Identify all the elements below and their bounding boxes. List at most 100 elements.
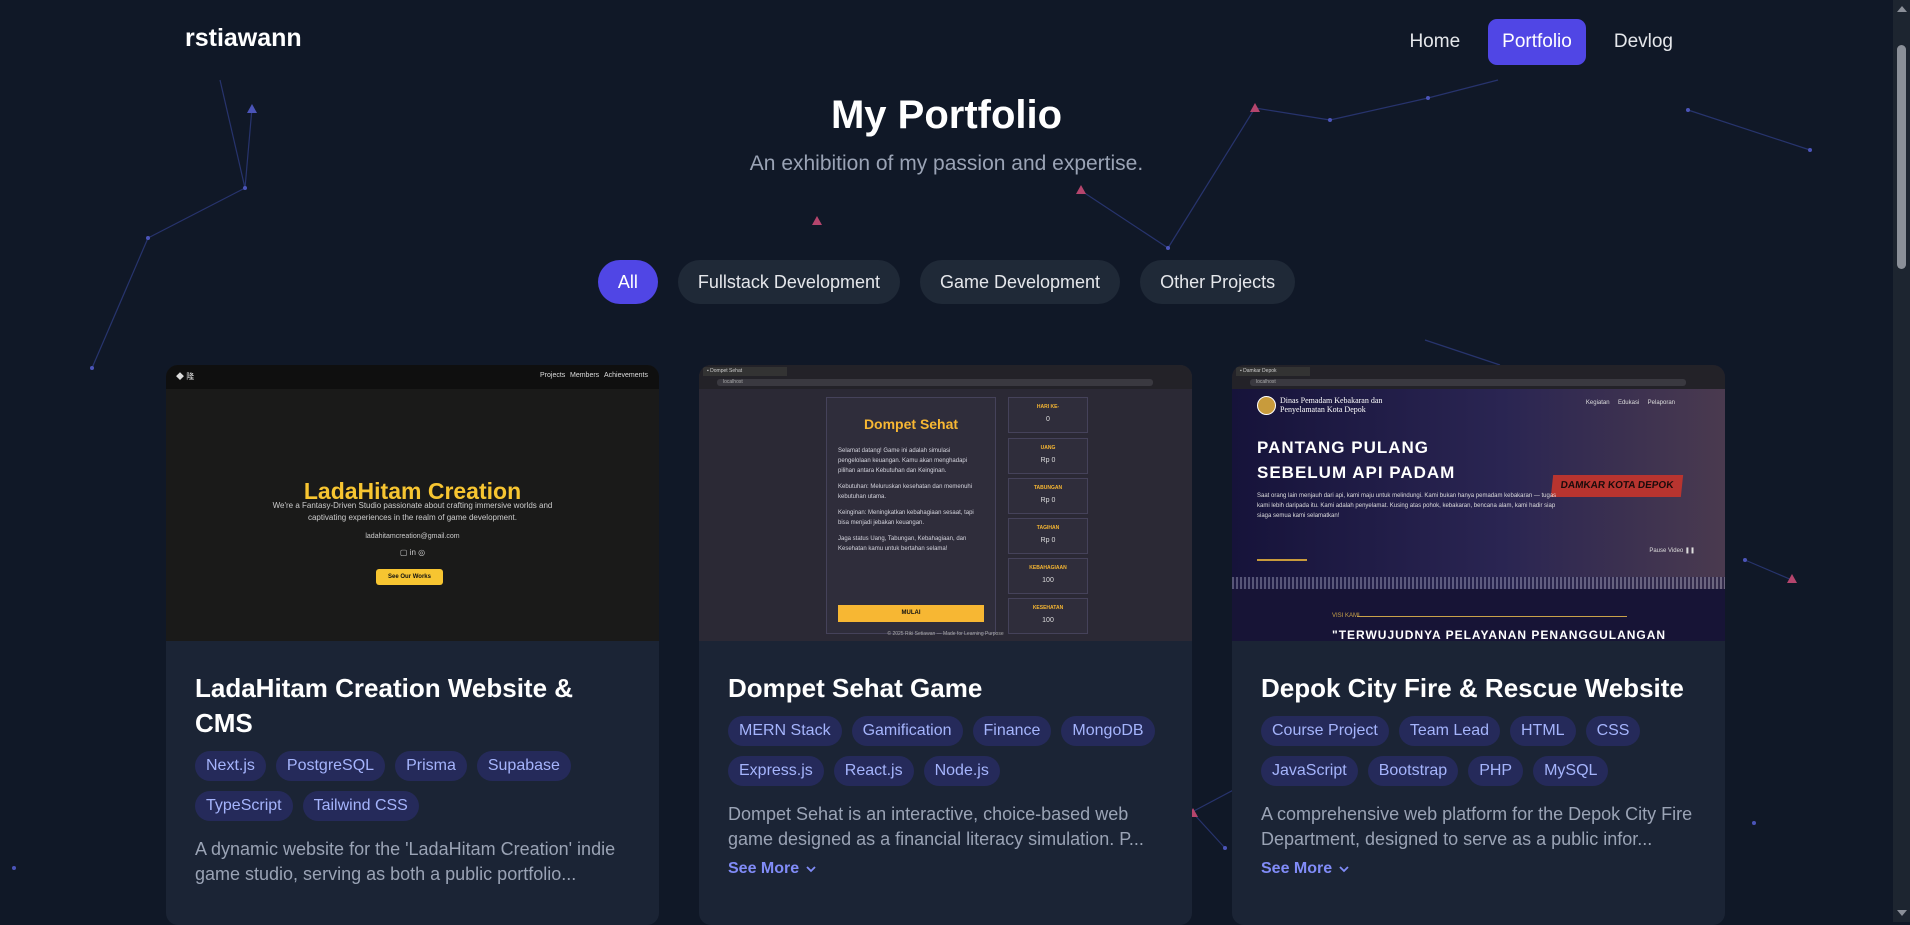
- city-seal-icon: [1257, 396, 1276, 415]
- page-subtitle: An exhibition of my passion and expertis…: [749, 152, 1144, 175]
- nav-home[interactable]: Home: [1395, 19, 1474, 65]
- chevron-down-icon: [1339, 866, 1349, 873]
- tag: Prisma: [395, 751, 467, 781]
- preview-text: Saat orang lain menjauh dari api, kami m…: [1257, 493, 1557, 519]
- preview-paragraph: Kebutuhan: Meluruskan kesehatan dan meme…: [838, 484, 973, 500]
- brand-logo[interactable]: rstiawann: [185, 24, 302, 53]
- project-card-dompet-sehat[interactable]: ▪ Dompet Sehat localhost Dompet Sehat Se…: [699, 365, 1192, 925]
- preview-stat: TABUNGAN Rp 0: [1008, 478, 1088, 514]
- browser-url-bar: localhost: [1250, 379, 1686, 386]
- filter-other[interactable]: Other Projects: [1140, 260, 1296, 304]
- preview-visi-label: VISI KAMI: [1332, 613, 1360, 619]
- project-card-ladahitam[interactable]: ◆ 隆 Projects Members Achievements LadaHi…: [166, 365, 659, 925]
- preview-nav-links: Kegiatan Edukasi Pelaporan: [1585, 400, 1675, 406]
- preview-footer: © 2025 Riki Setiawan — Made for Learning…: [887, 631, 1004, 637]
- preview-heading: Dompet Sehat: [863, 416, 959, 432]
- project-card-depok-fire[interactable]: ▪ Damkar Depok localhost Dinas Pemadam K…: [1232, 365, 1725, 925]
- page-title: My Portfolio: [830, 93, 1063, 137]
- tag: Next.js: [195, 751, 266, 781]
- page: rstiawann Home Portfolio Devlog My Portf…: [0, 0, 1893, 925]
- preview-nav-link: Members: [570, 372, 600, 379]
- tag: HTML: [1510, 716, 1576, 746]
- preview-nav-link: Achievements: [604, 372, 648, 379]
- main-nav: Home Portfolio Devlog: [1395, 19, 1687, 65]
- tag: Finance: [972, 716, 1052, 746]
- project-thumbnail[interactable]: ▪ Dompet Sehat localhost Dompet Sehat Se…: [699, 365, 1192, 641]
- card-body: Depok City Fire & Rescue Website Course …: [1261, 671, 1701, 878]
- preview-text: Selamat datang! Game ini adalah simulasi…: [838, 446, 984, 554]
- see-more-link[interactable]: See More: [728, 860, 1168, 878]
- preview-text: We're a Fantasy-Driven Studio passionate…: [272, 501, 553, 522]
- tag: CSS: [1585, 716, 1641, 746]
- card-body: Dompet Sehat Game MERN Stack Gamificatio…: [728, 671, 1168, 878]
- preview-stat: UANG Rp 0: [1008, 438, 1088, 474]
- preview-stat: KEBAHAGIAAN 100: [1008, 558, 1088, 594]
- preview-nav-link: Projects: [540, 372, 566, 379]
- scroll-up-arrow-icon[interactable]: [1897, 6, 1907, 12]
- project-thumbnail[interactable]: ▪ Damkar Depok localhost Dinas Pemadam K…: [1232, 365, 1725, 641]
- preview-dot-pattern: [1232, 577, 1725, 589]
- preview-button: See Our Works: [376, 569, 443, 585]
- nav-portfolio[interactable]: Portfolio: [1488, 19, 1586, 65]
- nav-devlog[interactable]: Devlog: [1600, 19, 1687, 65]
- tag: PHP: [1468, 756, 1524, 786]
- card-title[interactable]: LadaHitam Creation Website & CMS: [195, 671, 635, 741]
- browser-tab: ▪ Dompet Sehat: [703, 367, 787, 376]
- card-description: A dynamic website for the 'LadaHitam Cre…: [195, 839, 616, 884]
- preview-stat: TAGIHAN Rp 0: [1008, 518, 1088, 554]
- tag-list: Next.js PostgreSQL Prisma Supabase TypeS…: [195, 751, 635, 821]
- preview-video-control: Pause Video ❚❚: [1649, 548, 1695, 554]
- preview-email: ladahitamcreation@gmail.com: [365, 533, 460, 540]
- preview-truck-image: DAMKAR KOTA DEPOK: [1550, 475, 1684, 497]
- filter-bar: All Fullstack Development Game Developme…: [0, 260, 1893, 304]
- browser-url-bar: localhost: [717, 379, 1153, 386]
- filter-fullstack[interactable]: Fullstack Development: [677, 260, 900, 304]
- page-scrollbar[interactable]: [1893, 0, 1910, 922]
- preview-divider: [1357, 616, 1627, 617]
- preview-paragraph: Jaga status Uang, Tabungan, Kebahagiaan,…: [838, 536, 967, 552]
- tag: JavaScript: [1261, 756, 1358, 786]
- filter-game-dev[interactable]: Game Development: [919, 260, 1121, 304]
- tag: React.js: [833, 756, 914, 786]
- preview-intro-panel: Dompet Sehat Selamat datang! Game ini ad…: [826, 397, 996, 634]
- preview-paragraph: Keinginan: Meningkatkan kebahagiaan sesa…: [838, 510, 974, 526]
- tag: Node.js: [923, 756, 1000, 786]
- tag: Express.js: [728, 756, 824, 786]
- preview-stat: KESEHATAN 100: [1008, 598, 1088, 634]
- preview-social-icons: ▢ in ◎: [399, 548, 426, 557]
- card-description: A comprehensive web platform for the Dep…: [1261, 804, 1693, 849]
- see-more-label: See More: [1261, 860, 1333, 877]
- tag: Supabase: [476, 751, 571, 781]
- card-body: LadaHitam Creation Website & CMS Next.js…: [195, 671, 635, 887]
- chevron-down-icon: [806, 866, 816, 873]
- tag: Gamification: [851, 716, 963, 746]
- tag: Team Lead: [1398, 716, 1500, 746]
- preview-start-button: MULAI: [838, 605, 984, 622]
- see-more-link[interactable]: See More: [1261, 860, 1701, 878]
- scrollbar-thumb[interactable]: [1897, 45, 1906, 269]
- tag: MongoDB: [1061, 716, 1155, 746]
- see-more-label: See More: [728, 860, 800, 877]
- tag: Bootstrap: [1367, 756, 1459, 786]
- preview-logo-icon: ◆ 隆: [176, 372, 195, 381]
- preview-underline: [1257, 559, 1307, 561]
- card-title[interactable]: Depok City Fire & Rescue Website: [1261, 671, 1701, 706]
- project-thumbnail[interactable]: ◆ 隆 Projects Members Achievements LadaHi…: [166, 365, 659, 641]
- tag-list: MERN Stack Gamification Finance MongoDB …: [728, 716, 1168, 786]
- preview-stat: HARI KE- 0: [1008, 397, 1088, 433]
- card-title[interactable]: Dompet Sehat Game: [728, 671, 1168, 706]
- tag: Tailwind CSS: [302, 791, 419, 821]
- preview-visi-text: "TERWUJUDNYA PELAYANAN PENANGGULANGAN: [1332, 628, 1667, 641]
- tag: MERN Stack: [728, 716, 842, 746]
- filter-all[interactable]: All: [597, 260, 658, 304]
- tag: PostgreSQL: [275, 751, 386, 781]
- scroll-down-arrow-icon[interactable]: [1897, 910, 1907, 916]
- preview-brand: Dinas Pemadam Kebakaran dan Penyelamatan …: [1280, 396, 1383, 414]
- tag: MySQL: [1533, 756, 1609, 786]
- card-description: Dompet Sehat is an interactive, choice-b…: [728, 804, 1144, 849]
- tag: TypeScript: [195, 791, 293, 821]
- linkedin-icon: in: [409, 548, 416, 557]
- preview-paragraph: Selamat datang! Game ini adalah simulasi…: [838, 448, 968, 474]
- tag-list: Course Project Team Lead HTML CSS JavaSc…: [1261, 716, 1701, 786]
- browser-tab: ▪ Damkar Depok: [1236, 367, 1310, 376]
